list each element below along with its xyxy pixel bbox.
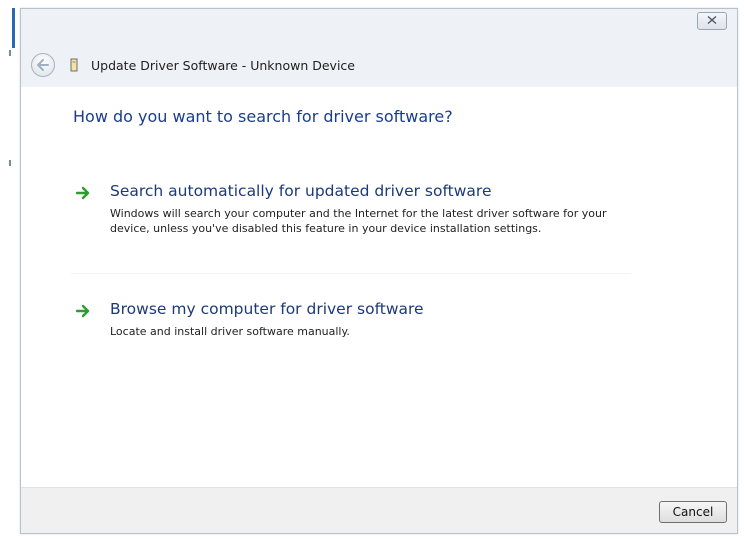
cancel-button[interactable]: Cancel xyxy=(659,501,727,523)
dialog-title: Update Driver Software - Unknown Device xyxy=(91,57,355,73)
green-arrow-icon xyxy=(76,186,90,200)
back-arrow-icon xyxy=(37,59,49,71)
dialog-content: How do you want to search for driver sof… xyxy=(21,87,737,487)
option-search-automatically[interactable]: Search automatically for updated driver … xyxy=(76,182,636,272)
option-divider xyxy=(71,273,631,274)
option-browse-computer[interactable]: Browse my computer for driver software L… xyxy=(76,300,636,360)
option-description: Locate and install driver software manua… xyxy=(110,325,350,338)
dialog-footer: Cancel xyxy=(21,487,737,533)
green-arrow-icon xyxy=(76,304,90,318)
background-window-accent xyxy=(12,8,15,48)
background-window-edge xyxy=(0,0,15,539)
close-button[interactable] xyxy=(697,12,727,30)
device-icon xyxy=(69,58,79,72)
option-title: Search automatically for updated driver … xyxy=(110,182,492,200)
update-driver-dialog: Update Driver Software - Unknown Device … xyxy=(20,8,738,534)
option-description: Windows will search your computer and th… xyxy=(110,207,607,235)
background-tick xyxy=(9,160,11,166)
back-button[interactable] xyxy=(31,53,55,77)
background-tick xyxy=(9,50,11,56)
close-icon xyxy=(706,15,718,27)
page-heading: How do you want to search for driver sof… xyxy=(73,107,453,126)
option-title: Browse my computer for driver software xyxy=(110,300,424,318)
dialog-titlebar: Update Driver Software - Unknown Device xyxy=(21,9,737,87)
dialog-header: Update Driver Software - Unknown Device xyxy=(31,51,355,79)
